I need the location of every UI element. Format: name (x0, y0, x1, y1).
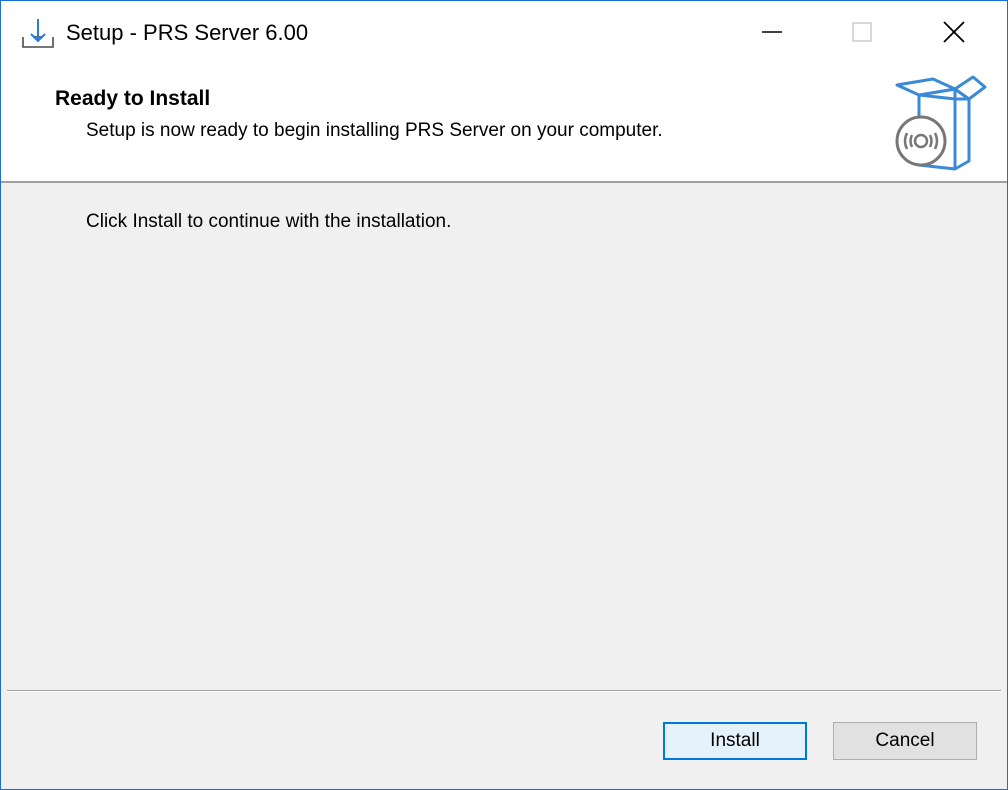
install-button[interactable]: Install (663, 722, 807, 760)
page-subtitle: Setup is now ready to begin installing P… (86, 120, 663, 141)
maximize-icon (851, 21, 873, 48)
title-bar[interactable]: Setup - PRS Server 6.00 (1, 1, 1007, 67)
maximize-button (817, 1, 907, 67)
close-icon (942, 20, 966, 49)
software-box-icon (889, 73, 989, 173)
page-title: Ready to Install (55, 87, 211, 110)
setup-download-icon (21, 17, 55, 51)
setup-window: Setup - PRS Server 6.00 Ready to Install… (0, 0, 1008, 790)
footer-divider (7, 690, 1001, 692)
wizard-header: Ready to Install Setup is now ready to b… (1, 67, 1007, 183)
close-button[interactable] (909, 1, 999, 67)
window-title: Setup - PRS Server 6.00 (66, 20, 309, 45)
minimize-icon (761, 21, 783, 48)
minimize-button[interactable] (727, 1, 817, 67)
cancel-button[interactable]: Cancel (833, 722, 977, 760)
install-instruction: Click Install to continue with the insta… (86, 211, 452, 232)
